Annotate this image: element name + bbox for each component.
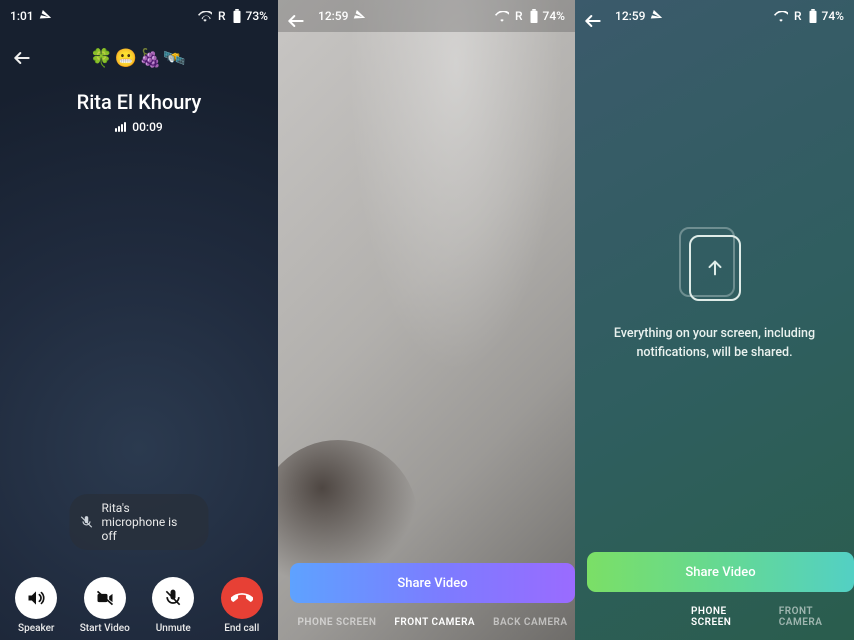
screen-share-text: Everything on your screen, including not… <box>593 325 836 363</box>
share-video-button[interactable]: Share Video <box>290 563 575 603</box>
call-topbar: 🍀😬🍇🛰️ <box>0 32 278 84</box>
telegram-icon <box>650 8 665 23</box>
roaming-indicator: R <box>218 9 226 23</box>
wifi-icon <box>774 11 788 22</box>
wifi-icon <box>495 11 509 22</box>
mic-off-icon <box>152 577 194 619</box>
video-off-icon <box>84 577 126 619</box>
source-tabs: PHONE SCREEN FRONT CAMERA <box>587 606 854 628</box>
screen-phone-screen-share: 12:59 R 74% Everything on your screen, i… <box>575 0 854 640</box>
share-video-button[interactable]: Share Video <box>587 552 854 592</box>
tab-phone-screen[interactable]: PHONE SCREEN <box>691 606 761 628</box>
call-button-row: Speaker Start Video Unmute End call <box>0 577 278 634</box>
battery-percent: 74% <box>822 9 844 23</box>
end-call-button[interactable]: End call <box>209 577 275 634</box>
call-duration: 00:09 <box>132 120 162 134</box>
speaker-icon <box>15 577 57 619</box>
tab-phone-screen[interactable]: PHONE SCREEN <box>297 617 376 628</box>
end-call-icon <box>221 577 263 619</box>
battery-icon <box>808 9 818 23</box>
source-tabs: PHONE SCREEN FRONT CAMERA BACK CAMERA <box>290 617 575 628</box>
status-bar: 12:59 R 74% <box>278 0 575 32</box>
battery-icon <box>529 9 539 23</box>
share-panel: Share Video PHONE SCREEN FRONT CAMERA BA… <box>290 563 575 628</box>
call-status: 00:09 <box>115 120 162 134</box>
roaming-indicator: R <box>515 9 523 23</box>
screen-share-icon <box>689 235 741 301</box>
tab-front-camera[interactable]: FRONT CAMERA <box>779 606 850 628</box>
mic-off-text: Rita's microphone is off <box>102 501 195 543</box>
unmute-button[interactable]: Unmute <box>140 577 206 634</box>
tab-front-camera[interactable]: FRONT CAMERA <box>394 617 475 628</box>
mic-off-notice: Rita's microphone is off <box>70 494 209 550</box>
caller-name: Rita El Khoury <box>0 90 278 114</box>
screen-call: 1:01 R 73% 🍀😬🍇🛰️ Rita El Khoury 00:09 Ri… <box>0 0 278 640</box>
start-video-button[interactable]: Start Video <box>72 577 138 634</box>
screen-share-info: Everything on your screen, including not… <box>575 235 854 363</box>
status-bar: 12:59 R 74% <box>575 0 854 32</box>
tab-back-camera[interactable]: BACK CAMERA <box>493 617 567 628</box>
back-button[interactable] <box>280 5 312 37</box>
telegram-icon <box>38 8 53 23</box>
roaming-indicator: R <box>794 9 802 23</box>
telegram-icon <box>353 8 368 23</box>
signal-strength-icon <box>115 122 126 132</box>
status-time: 12:59 <box>615 9 645 23</box>
wifi-icon <box>198 11 212 22</box>
status-time: 12:59 <box>318 9 348 23</box>
battery-percent: 74% <box>543 9 565 23</box>
share-panel: Share Video PHONE SCREEN FRONT CAMERA <box>587 552 854 628</box>
screen-front-camera: 12:59 R 74% Share Video PHONE SCREEN FRO… <box>278 0 575 640</box>
battery-percent: 73% <box>246 9 268 23</box>
back-button[interactable] <box>577 5 609 37</box>
encryption-emoji: 🍀😬🍇🛰️ <box>22 48 256 69</box>
mic-off-icon <box>80 515 94 529</box>
status-bar: 1:01 R 73% <box>0 0 278 32</box>
speaker-button[interactable]: Speaker <box>3 577 69 634</box>
battery-icon <box>232 9 242 23</box>
status-time: 1:01 <box>10 9 34 23</box>
caller-block: Rita El Khoury 00:09 <box>0 90 278 136</box>
